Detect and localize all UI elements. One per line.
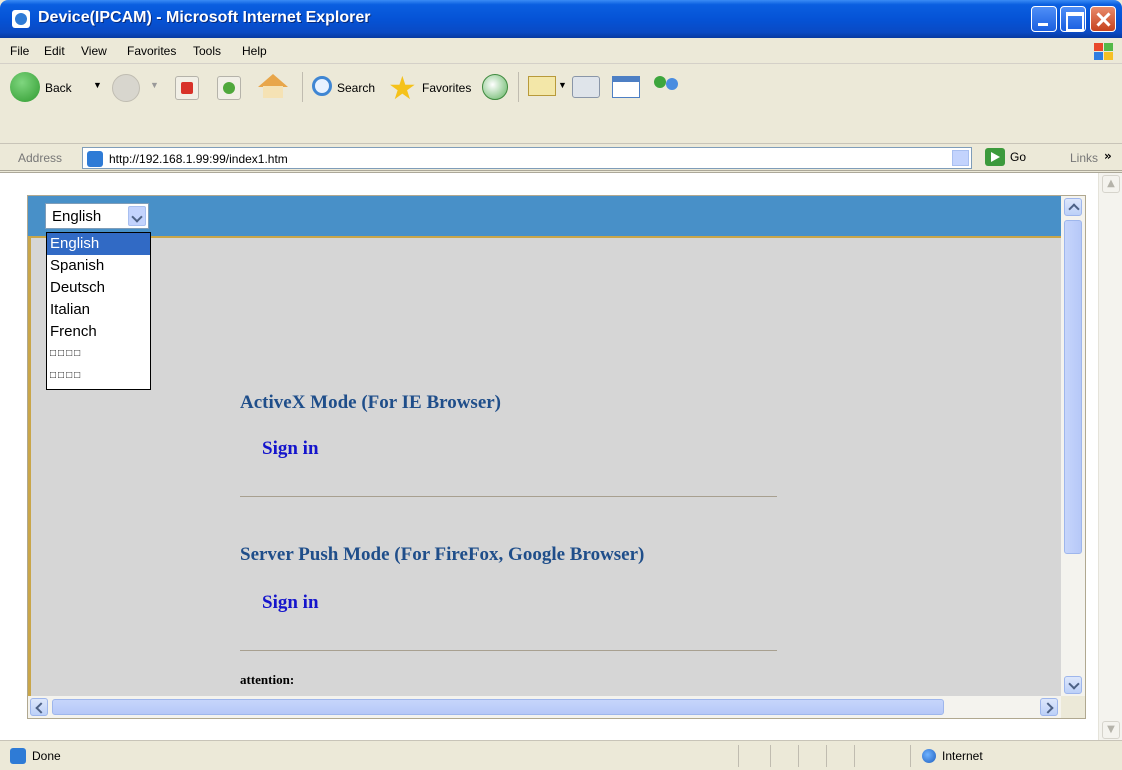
page-scroll-up-icon[interactable]: ▲ [1102,175,1120,193]
status-bar: Done Internet [0,740,1122,770]
language-option-unrendered-1[interactable]: □□□□ [47,343,150,365]
search-button-label[interactable]: Search [337,81,375,95]
vertical-scroll-thumb[interactable] [1064,220,1082,554]
language-select[interactable]: English [45,203,149,229]
maximize-button[interactable] [1060,6,1086,32]
forward-dropdown-icon[interactable]: ▼ [150,80,159,90]
frame-horizontal-scrollbar[interactable] [28,696,1061,718]
horizontal-scroll-thumb[interactable] [52,699,944,715]
windows-logo-icon [1088,40,1116,62]
ie-icon [12,10,30,28]
language-option-italian[interactable]: Italian [47,299,150,321]
search-icon[interactable] [312,76,332,96]
activex-sign-in-link[interactable]: Sign in [262,438,319,460]
content-frame: English English Spanish Deutsch Italian … [27,195,1086,719]
divider [240,650,777,651]
address-input[interactable]: http://192.168.1.99:99/index1.htm [82,147,972,169]
server-push-sign-in-link[interactable]: Sign in [262,592,319,614]
language-option-english[interactable]: English [47,233,150,255]
window-title: Device(IPCAM) - Microsoft Internet Explo… [38,9,371,26]
forward-arrow-icon[interactable] [112,74,140,102]
history-icon[interactable] [482,74,508,100]
go-label: Go [1010,150,1027,164]
links-button[interactable]: Links [1070,151,1098,165]
activex-mode-title: ActiveX Mode (For IE Browser) [240,392,502,413]
menu-view[interactable]: View [81,44,107,58]
go-arrow-icon [985,148,1005,166]
server-push-mode-title: Server Push Mode (For FireFox, Google Br… [240,544,645,565]
header-bar [28,196,1068,236]
minimize-button[interactable] [1031,6,1057,32]
links-chevron-icon[interactable]: » [1104,149,1112,163]
divider [240,496,777,497]
status-text: Done [32,749,61,763]
chevron-down-icon[interactable] [128,206,146,226]
page-scroll-down-icon[interactable]: ▼ [1102,721,1120,739]
scroll-up-icon[interactable] [1064,198,1082,216]
mail-icon[interactable] [528,76,556,96]
menu-file[interactable]: File [10,44,29,58]
page-icon [87,151,103,167]
frame-vertical-scrollbar[interactable] [1061,196,1085,696]
language-dropdown-list[interactable]: English Spanish Deutsch Italian French □… [46,232,151,390]
address-bar: Address http://192.168.1.99:99/index1.ht… [0,145,1122,171]
menu-tools[interactable]: Tools [193,44,221,58]
scroll-left-icon[interactable] [30,698,48,716]
language-selected: English [52,208,102,225]
attention-label: attention: [240,672,295,687]
language-option-deutsch[interactable]: Deutsch [47,277,150,299]
messenger-icon[interactable] [652,74,682,100]
close-button[interactable] [1090,6,1116,32]
mail-dropdown-icon[interactable]: ▼ [558,80,567,90]
go-button[interactable]: Go [985,148,1047,168]
back-dropdown-icon[interactable]: ▼ [93,80,102,90]
menu-favorites[interactable]: Favorites [127,44,176,58]
page-done-icon [10,748,26,764]
edit-icon[interactable] [612,76,640,98]
browser-viewport: ▲ ▼ English English Spanish Deutsch Ital… [0,172,1122,741]
address-label: Address [18,151,63,165]
menu-help[interactable]: Help [242,44,267,58]
menu-edit[interactable]: Edit [44,44,65,58]
favorites-button-label[interactable]: Favorites [422,81,471,95]
address-dropdown-icon[interactable] [952,150,969,166]
scroll-down-icon[interactable] [1064,676,1082,694]
language-option-spanish[interactable]: Spanish [47,255,150,277]
home-icon[interactable] [258,74,288,98]
page-vertical-scrollbar[interactable]: ▲ ▼ [1098,173,1122,741]
scroll-right-icon[interactable] [1040,698,1058,716]
back-arrow-icon[interactable] [10,72,40,102]
address-url[interactable]: http://192.168.1.99:99/index1.htm [109,152,288,166]
language-option-french[interactable]: French [47,321,150,343]
favorites-star-icon[interactable]: ★ [388,72,417,104]
back-button-label[interactable]: Back [45,81,72,95]
title-bar: Device(IPCAM) - Microsoft Internet Explo… [0,0,1122,38]
security-zone-text: Internet [942,749,983,763]
internet-globe-icon [922,749,936,763]
language-option-unrendered-2[interactable]: □□□□ [47,365,150,387]
print-icon[interactable] [572,76,600,98]
stop-icon[interactable] [175,76,199,100]
refresh-icon[interactable] [217,76,241,100]
toolbar: Back ▼ ▼ Search ★ Favorites ▼ [0,64,1122,144]
menu-bar: File Edit View Favorites Tools Help [0,38,1122,64]
